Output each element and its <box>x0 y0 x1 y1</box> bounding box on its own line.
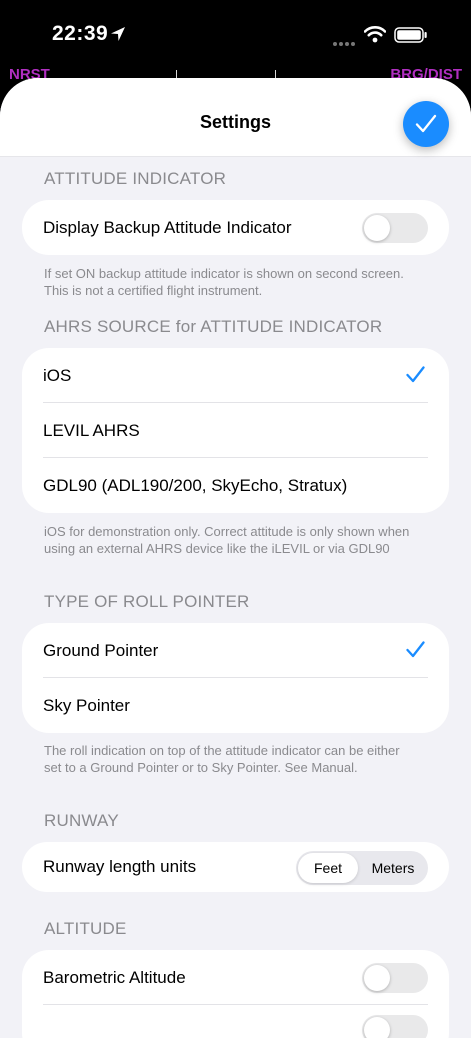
toggle-knob <box>364 964 390 991</box>
ahrs-option-ios[interactable]: iOS <box>22 348 449 403</box>
section-header-attitude: ATTITUDE INDICATOR <box>44 169 227 188</box>
ahrs-option-label: LEVIL AHRS <box>43 420 140 440</box>
ahrs-option-gdl90[interactable]: GDL90 (ADL190/200, SkyEcho, Stratux) <box>22 458 449 513</box>
checkmark-icon <box>415 114 437 133</box>
wifi-icon <box>363 25 387 48</box>
ahrs-option-label: iOS <box>43 365 72 385</box>
ahrs-footer: iOS for demonstration only. Correct atti… <box>44 524 410 556</box>
cellular-signal-icon <box>332 34 356 52</box>
section-header-runway: RUNWAY <box>44 811 119 830</box>
runway-length-row: Runway length units Feet Meters <box>22 842 449 892</box>
section-header-altitude: ALTITUDE <box>44 919 127 938</box>
attitude-card: Display Backup Attitude Indicator <box>22 200 449 255</box>
status-bar: 22:39 <box>0 0 471 70</box>
roll-card: Ground Pointer Sky Pointer <box>22 623 449 733</box>
altitude-next-row <box>22 1005 449 1038</box>
section-header-roll: TYPE OF ROLL POINTER <box>44 592 250 611</box>
runway-unit-segmented-control: Feet Meters <box>296 851 428 885</box>
backup-attitude-row: Display Backup Attitude Indicator <box>22 200 449 255</box>
altitude-next-toggle[interactable] <box>362 1015 428 1038</box>
unit-option-feet[interactable]: Feet <box>298 853 358 883</box>
ahrs-card: iOS LEVIL AHRS GDL90 (ADL190/200, SkyEch… <box>22 348 449 513</box>
toggle-knob <box>364 214 390 241</box>
roll-option-label: Ground Pointer <box>43 640 159 660</box>
status-time: 22:39 <box>52 22 109 45</box>
roll-option-label: Sky Pointer <box>43 695 130 715</box>
baro-altitude-row: Barometric Altitude <box>22 950 449 1005</box>
unit-option-meters[interactable]: Meters <box>360 853 426 883</box>
backup-attitude-toggle[interactable] <box>362 212 428 243</box>
battery-icon <box>394 27 428 48</box>
roll-option-sky[interactable]: Sky Pointer <box>22 678 449 733</box>
runway-length-label: Runway length units <box>43 857 197 876</box>
checkmark-icon <box>406 641 425 658</box>
runway-card: Runway length units Feet Meters <box>22 842 449 892</box>
checkmark-icon <box>406 366 425 383</box>
ahrs-option-levil[interactable]: LEVIL AHRS <box>22 403 449 458</box>
attitude-footer: If set ON backup attitude indicator is s… <box>44 266 404 298</box>
toggle-knob <box>364 1017 390 1038</box>
done-button[interactable] <box>403 101 449 147</box>
baro-altitude-toggle[interactable] <box>362 962 428 993</box>
roll-footer: The roll indication on top of the attitu… <box>44 743 400 775</box>
location-arrow-icon <box>110 26 126 47</box>
nav-bar: Settings <box>0 78 471 157</box>
altitude-card: Barometric Altitude <box>22 950 449 1038</box>
baro-altitude-label: Barometric Altitude <box>43 967 186 987</box>
section-header-ahrs: AHRS SOURCE for ATTITUDE INDICATOR <box>44 317 383 336</box>
settings-sheet: Settings ATTITUDE INDICATOR Display Back… <box>0 78 471 1038</box>
backup-attitude-label: Display Backup Attitude Indicator <box>43 217 292 237</box>
roll-option-ground[interactable]: Ground Pointer <box>22 623 449 678</box>
ahrs-option-label: GDL90 (ADL190/200, SkyEcho, Stratux) <box>43 475 348 495</box>
page-title: Settings <box>199 112 271 132</box>
